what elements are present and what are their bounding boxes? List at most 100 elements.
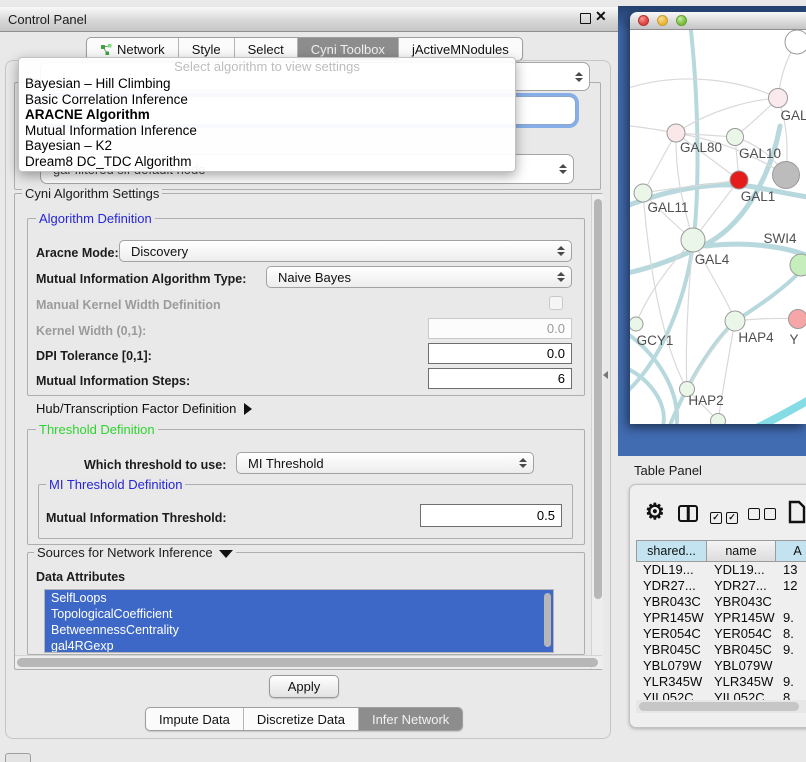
gear-icon[interactable]: ⚙ bbox=[645, 499, 665, 525]
algorithm-dropdown-popup: Select algorithm to view settings Bayesi… bbox=[18, 57, 516, 172]
combobox-stepper-icon bbox=[575, 72, 582, 82]
algorithm-option-dream8-dc-tdc-algorithm[interactable]: Dream8 DC_TDC Algorithm bbox=[19, 154, 515, 170]
minimize-traffic-light-icon[interactable] bbox=[657, 15, 668, 26]
table-row[interactable]: YBR043CYBR043C bbox=[636, 594, 806, 610]
attribute-item-gal4rgexp[interactable]: gal4RGexp bbox=[45, 638, 553, 653]
network-node[interactable] bbox=[773, 162, 800, 189]
disclosure-collapsed-icon bbox=[244, 403, 252, 415]
unchecked-boxes-icon[interactable] bbox=[748, 507, 780, 525]
aracne-mode-label: Aracne Mode: bbox=[36, 246, 119, 260]
settings-scrollbar-thumb[interactable] bbox=[594, 199, 602, 599]
close-icon[interactable]: ✕ bbox=[595, 8, 607, 25]
checked-boxes-icon[interactable]: ✓✓ bbox=[710, 507, 742, 525]
bottom-tabbar: Impute Data Discretize Data Infer Network bbox=[145, 707, 463, 731]
table-row[interactable]: YBL079WYBL079W bbox=[636, 658, 806, 674]
table-cell: 9. bbox=[776, 674, 806, 690]
table-cell: YPR145W bbox=[636, 610, 707, 626]
tab-infer-network[interactable]: Infer Network bbox=[358, 708, 462, 730]
algorithm-option-basic-correlation-inference[interactable]: Basic Correlation Inference bbox=[19, 92, 515, 108]
column-header-name[interactable]: name bbox=[707, 540, 776, 562]
table-row[interactable]: YPR145WYPR145W9. bbox=[636, 610, 806, 626]
column-header-a[interactable]: A bbox=[776, 540, 806, 562]
table-cell: YDL19... bbox=[636, 562, 707, 578]
float-window-icon[interactable] bbox=[580, 13, 591, 24]
page-icon[interactable] bbox=[788, 500, 806, 524]
table-hscrollbar[interactable] bbox=[636, 700, 806, 713]
network-canvas[interactable]: GALGAL80GAL10GAL1GAL11GAL4SWI4HAP4YGCY1H… bbox=[630, 30, 806, 424]
mi-steps-field[interactable]: 6 bbox=[428, 368, 572, 389]
which-threshold-combobox[interactable]: MI Threshold bbox=[236, 452, 534, 474]
network-node[interactable] bbox=[785, 30, 806, 54]
table-row[interactable]: YDL19...YDL19...13 bbox=[636, 562, 806, 578]
network-node-gcy1[interactable] bbox=[630, 317, 643, 331]
combobox-stepper-icon bbox=[557, 246, 564, 256]
table-row[interactable]: YDR27...YDR27...12 bbox=[636, 578, 806, 594]
table-cell: YBL079W bbox=[636, 658, 707, 674]
mi-threshold-value: 0.5 bbox=[537, 508, 555, 523]
algorithm-option-mutual-information-inference[interactable]: Mutual Information Inference bbox=[19, 123, 515, 139]
aracne-mode-combobox[interactable]: Discovery bbox=[119, 240, 572, 262]
network-node[interactable] bbox=[711, 414, 726, 425]
table-cell bbox=[776, 658, 806, 674]
settings-scrollbar[interactable] bbox=[591, 194, 603, 669]
algorithm-option-bayesian-hill-climbing[interactable]: Bayesian – Hill Climbing bbox=[19, 76, 515, 92]
network-window: GALGAL80GAL10GAL1GAL11GAL4SWI4HAP4YGCY1H… bbox=[630, 12, 806, 424]
network-node-gal4[interactable] bbox=[681, 228, 705, 252]
manual-kernel-label: Manual Kernel Width Definition bbox=[36, 298, 221, 312]
settings-hscrollbar-thumb[interactable] bbox=[17, 658, 598, 667]
network-node-swi4[interactable] bbox=[790, 254, 806, 276]
tab-label: Discretize Data bbox=[257, 712, 345, 727]
column-header-shared[interactable]: shared... bbox=[636, 540, 707, 562]
attribute-item-betweennesscentrality[interactable]: BetweennessCentrality bbox=[45, 622, 553, 638]
table-row[interactable]: YER054CYER054C8. bbox=[636, 626, 806, 642]
dpi-tolerance-value: 0.0 bbox=[547, 346, 565, 361]
sources-group-title-row[interactable]: Sources for Network Inference bbox=[34, 545, 236, 560]
table-cell: YBR045C bbox=[707, 642, 776, 658]
network-edge bbox=[643, 193, 687, 389]
table-row[interactable]: YBR045CYBR045C9. bbox=[636, 642, 806, 658]
network-node-gal10[interactable] bbox=[727, 129, 744, 146]
kernel-width-field[interactable]: 0.0 bbox=[428, 318, 572, 339]
mi-type-combobox[interactable]: Naive Bayes bbox=[266, 266, 572, 288]
settings-hscrollbar[interactable] bbox=[15, 655, 602, 668]
network-node-hap4[interactable] bbox=[725, 311, 745, 331]
node-table[interactable]: shared...nameA YDL19...YDL19...13YDR27..… bbox=[636, 540, 806, 706]
tab-label: Select bbox=[248, 42, 284, 57]
close-traffic-light-icon[interactable] bbox=[638, 15, 649, 26]
table-cell: YBR043C bbox=[636, 594, 707, 610]
table-cell: YDR27... bbox=[707, 578, 776, 594]
data-attributes-list[interactable]: SelfLoopsTopologicalCoefficientBetweenne… bbox=[44, 589, 554, 653]
cyni-settings-group-title: Cyni Algorithm Settings bbox=[22, 186, 162, 201]
zoom-traffic-light-icon[interactable] bbox=[676, 15, 687, 26]
algorithm-definition-title: Algorithm Definition bbox=[36, 211, 155, 226]
dpi-tolerance-field[interactable]: 0.0 bbox=[428, 343, 572, 364]
manual-kernel-checkbox[interactable] bbox=[549, 296, 563, 310]
columns-icon[interactable] bbox=[678, 505, 698, 522]
attribute-item-topologicalcoefficient[interactable]: TopologicalCoefficient bbox=[45, 606, 553, 622]
apply-button[interactable]: Apply bbox=[269, 675, 339, 698]
tab-discretize-data[interactable]: Discretize Data bbox=[243, 708, 358, 730]
algorithm-option-aracne-algorithm[interactable]: ARACNE Algorithm bbox=[19, 107, 515, 123]
table-cell: YBR045C bbox=[636, 642, 707, 658]
algorithm-dropdown-placeholder: Select algorithm to view settings bbox=[19, 58, 515, 76]
tab-impute-data[interactable]: Impute Data bbox=[146, 708, 243, 730]
hub-definition-disclosure[interactable]: Hub/Transcription Factor Definition bbox=[36, 401, 252, 416]
combobox-stepper-icon bbox=[557, 272, 564, 282]
attribute-list-scrollbar-thumb[interactable] bbox=[544, 593, 551, 647]
table-hscrollbar-thumb[interactable] bbox=[639, 702, 799, 711]
which-threshold-value: MI Threshold bbox=[248, 456, 324, 471]
network-node-gal[interactable] bbox=[769, 89, 788, 108]
table-row[interactable]: YLR345WYLR345W9. bbox=[636, 674, 806, 690]
network-window-titlebar[interactable] bbox=[630, 12, 806, 30]
network-node-y[interactable] bbox=[789, 310, 806, 329]
table-cell: YDR27... bbox=[636, 578, 707, 594]
kernel-width-label: Kernel Width (0,1): bbox=[36, 324, 146, 338]
mi-threshold-group-title: MI Threshold Definition bbox=[46, 477, 185, 492]
network-node-label: GAL11 bbox=[647, 200, 688, 215]
attribute-item-selfloops[interactable]: SelfLoops bbox=[45, 590, 553, 606]
network-node-gal1[interactable] bbox=[730, 171, 748, 189]
mi-threshold-field[interactable]: 0.5 bbox=[420, 504, 562, 527]
corner-button[interactable] bbox=[5, 753, 31, 762]
algorithm-option-bayesian-k2[interactable]: Bayesian – K2 bbox=[19, 138, 515, 154]
splitter-handle-icon[interactable] bbox=[603, 371, 608, 379]
